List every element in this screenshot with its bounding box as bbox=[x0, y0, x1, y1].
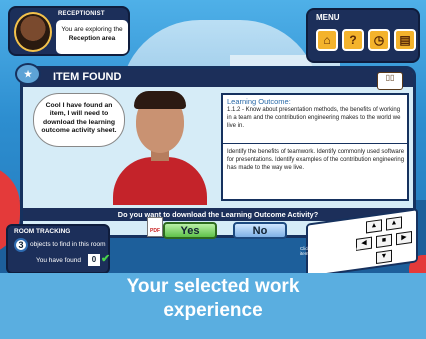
book-icon: ▯▯ bbox=[377, 72, 403, 90]
receptionist-line2: Reception area bbox=[68, 35, 116, 43]
learning-outcome-panel: Learning Outcome: 1.1.2 - Know about pre… bbox=[221, 93, 409, 201]
menu-title: MENU bbox=[316, 13, 340, 22]
receptionist-line1: You are exploring the bbox=[61, 26, 123, 33]
character-avatar bbox=[105, 87, 215, 205]
panel-divider bbox=[223, 143, 407, 144]
learning-outcome-title: Learning Outcome: bbox=[227, 97, 291, 106]
learning-outcome-description: Identify the benefits of teamwork. Ident… bbox=[227, 149, 405, 171]
receptionist-message: You are exploring the Reception area bbox=[56, 20, 128, 54]
trophy-icon: ★ bbox=[15, 63, 41, 85]
keypad-key[interactable]: ▲ bbox=[366, 219, 382, 234]
character-hair bbox=[134, 91, 186, 109]
notepad-icon[interactable]: ▤ bbox=[394, 29, 416, 51]
caption-line2: experience bbox=[163, 299, 263, 321]
keypad-key[interactable]: ▲ bbox=[386, 216, 402, 231]
checkmark-icon: ✔ bbox=[101, 253, 111, 265]
room-tracking-panel: ROOM TRACKING 3 objects to find in this … bbox=[6, 224, 110, 274]
no-button[interactable]: No bbox=[233, 222, 287, 239]
receptionist-panel: RECEPTIONIST You are exploring the Recep… bbox=[8, 6, 130, 56]
found-count: 0 bbox=[88, 254, 100, 266]
objects-text: objects to find in this room bbox=[30, 241, 106, 248]
learning-outcome-text: 1.1.2 - Know about presentation methods,… bbox=[227, 107, 401, 129]
keypad-key[interactable]: ▼ bbox=[376, 249, 392, 265]
help-icon[interactable]: ? bbox=[342, 29, 364, 51]
receptionist-avatar bbox=[14, 12, 52, 52]
clock-icon[interactable]: ◷ bbox=[368, 29, 390, 51]
item-found-dialog: ★ ITEM FOUND Cool I have found an item, … bbox=[15, 63, 416, 239]
receptionist-title: RECEPTIONIST bbox=[58, 11, 105, 17]
pdf-icon: PDF bbox=[147, 217, 163, 237]
menu-panel: MENU ⌂ ? ◷ ▤ bbox=[306, 8, 420, 63]
room-tracking-title: ROOM TRACKING bbox=[14, 228, 71, 235]
keypad-key[interactable]: ▶ bbox=[396, 230, 412, 246]
found-text: You have found bbox=[36, 257, 81, 264]
building-icon[interactable]: ⌂ bbox=[316, 29, 338, 51]
keypad-hint: Click on this when you find an item bbox=[300, 246, 360, 257]
character-shirt bbox=[113, 157, 207, 205]
objects-count-badge: 3 bbox=[14, 238, 28, 252]
yes-button[interactable]: Yes bbox=[163, 222, 217, 239]
caption-line1: Your selected work bbox=[126, 276, 300, 297]
caption-banner: Your selected work experience bbox=[0, 273, 426, 339]
keypad-key[interactable]: ■ bbox=[376, 233, 392, 249]
dialog-title: ITEM FOUND bbox=[53, 71, 122, 83]
